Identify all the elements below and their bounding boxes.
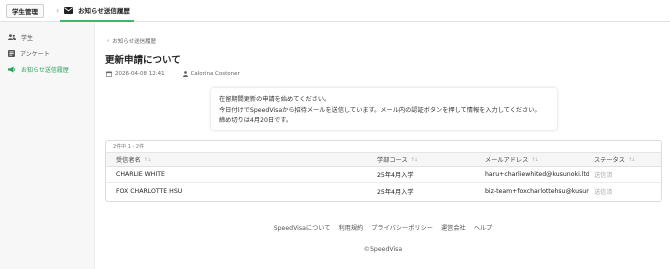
column-header-email[interactable]: メールアドレス ↑↓ xyxy=(485,153,589,166)
footer-link-terms[interactable]: 利用規約 xyxy=(338,223,363,232)
recipient-email: haru+charliewhited@kusunoki.ltd xyxy=(485,171,589,178)
sort-icon: ↑↓ xyxy=(410,156,418,163)
table-row[interactable]: FOX CHARLOTTE HSU 25年4月入学 biz-team+foxch… xyxy=(106,183,661,199)
footer-links: SpeedVisaについて 利用規約 プライバシーポリシー 運営会社 ヘルプ xyxy=(96,223,670,232)
chevron-left-icon: ‹ xyxy=(107,38,110,44)
top-header: 学生管理 › お知らせ送信履歴 xyxy=(0,0,670,22)
sidebar: 学生 アンケート お知らせ送信履歴 xyxy=(0,22,95,269)
sent-date: 2026-04-08 12:41 xyxy=(115,71,165,77)
brand-logo[interactable]: 学生管理 xyxy=(6,3,44,18)
copyright: ©SpeedVisa xyxy=(363,246,403,253)
calendar-icon xyxy=(106,71,112,77)
sidebar-item-students[interactable]: 学生 xyxy=(0,29,94,45)
recipient-course: 25年4月入学 xyxy=(377,172,414,179)
footer-link-company[interactable]: 運営会社 xyxy=(441,223,466,232)
survey-icon xyxy=(8,49,15,57)
back-link-label: お知らせ送信履歴 xyxy=(112,39,157,45)
back-link[interactable]: ‹ お知らせ送信履歴 xyxy=(107,37,156,45)
result-count: 2件中 1 - 2件 xyxy=(106,141,661,153)
person-icon xyxy=(182,71,188,77)
recipient-name: FOX CHARLOTTE HSU xyxy=(116,187,183,195)
footer-link-help[interactable]: ヘルプ xyxy=(474,223,493,232)
column-header-name[interactable]: 受信者名 ↑↓ xyxy=(116,153,366,166)
status-badge: 送信済 xyxy=(594,172,613,179)
message-line: 締め切りは4月20日です。 xyxy=(219,117,293,124)
sidebar-item-label: アンケート xyxy=(20,50,50,58)
notice-meta: 2026-04-08 12:41 Calorina Costoner xyxy=(106,71,240,77)
users-icon xyxy=(8,34,16,40)
sort-icon: ↑↓ xyxy=(531,156,538,163)
sender-name: Calorina Costoner xyxy=(190,71,240,77)
tab-label: お知らせ送信履歴 xyxy=(78,7,130,15)
status-badge: 送信済 xyxy=(594,188,613,196)
recipient-email: biz-team+foxcharlottehsu@kusun... xyxy=(485,187,589,195)
table-header: 受信者名 ↑↓ 学部コース ↑↓ メールアドレス ↑↓ ステータス ↑↓ xyxy=(106,153,661,167)
message-body: 在留期間更新の申請を始めてください。 今日付けでSpeedVisaから招待メール… xyxy=(211,88,557,130)
sort-icon: ↑↓ xyxy=(627,156,635,163)
tab-notice-history[interactable]: お知らせ送信履歴 xyxy=(60,0,134,22)
sidebar-item-label: 学生 xyxy=(21,34,34,42)
column-header-status[interactable]: ステータス ↑↓ xyxy=(594,153,654,166)
sidebar-item-notice-history[interactable]: お知らせ送信履歴 xyxy=(0,61,94,77)
page-title: 更新申請について xyxy=(105,55,181,66)
table-row[interactable]: CHARLIE WHITE 25年4月入学 haru+charliewhited… xyxy=(106,167,661,183)
footer-link-privacy[interactable]: プライバシーポリシー xyxy=(371,223,433,232)
recipient-name: CHARLIE WHITE xyxy=(116,171,165,178)
mail-icon xyxy=(64,6,73,14)
column-header-course[interactable]: 学部コース ↑↓ xyxy=(377,153,477,166)
recipients-table: 2件中 1 - 2件 受信者名 ↑↓ 学部コース ↑↓ メールアドレス ↑↓ ステータ… xyxy=(105,140,662,202)
megaphone-icon xyxy=(8,66,16,73)
message-line: 在留期間更新の申請を始めてください。 xyxy=(219,96,331,103)
recipient-course: 25年4月入学 xyxy=(377,188,414,196)
footer-link-about[interactable]: SpeedVisaについて xyxy=(274,223,331,232)
sidebar-item-survey[interactable]: アンケート xyxy=(0,45,94,61)
chevron-right-icon: › xyxy=(56,6,60,15)
sidebar-item-label: お知らせ送信履歴 xyxy=(21,66,69,74)
message-line: 今日付けでSpeedVisaから招待メールを送信しています。メール内の認証ボタン… xyxy=(219,106,541,114)
main-content: ‹ お知らせ送信履歴 更新申請について 2026-04-08 12:41 Cal… xyxy=(96,22,670,269)
sort-icon: ↑↓ xyxy=(143,156,151,163)
